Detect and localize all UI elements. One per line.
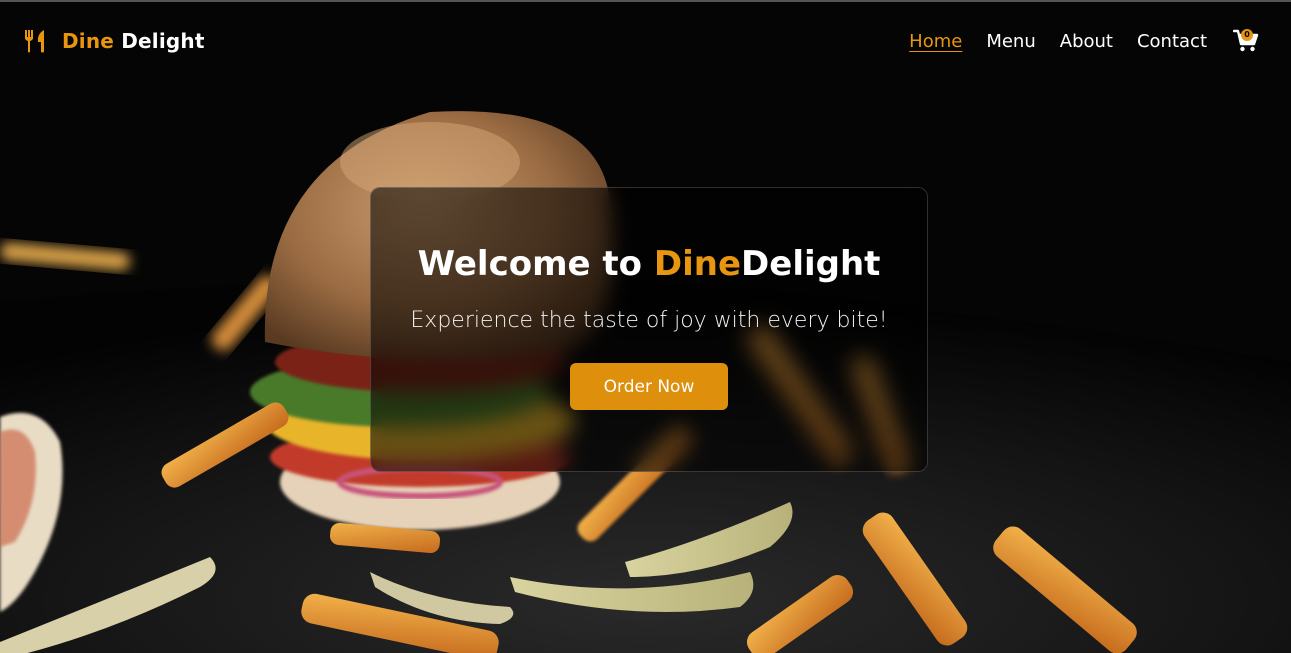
brand-name-delight: Delight	[121, 29, 205, 53]
utensils-icon	[22, 27, 50, 55]
cart-button[interactable]: 0	[1232, 28, 1259, 54]
welcome-title: Welcome to DineDelight	[371, 242, 927, 286]
welcome-card: Welcome to DineDelight Experience the ta…	[370, 187, 928, 472]
nav-link-about[interactable]: About	[1060, 31, 1113, 52]
welcome-title-prefix: Welcome to	[417, 244, 654, 284]
cart-count-badge: 0	[1241, 29, 1253, 41]
brand-name-dine: Dine	[62, 29, 115, 53]
welcome-subtitle: Experience the taste of joy with every b…	[410, 308, 888, 333]
nav-links: Home Menu About Contact	[909, 31, 1207, 52]
brand-logo-link[interactable]: Dine Delight	[22, 27, 205, 55]
landing-page: Dine Delight Home Menu About Contact 0 W…	[0, 0, 1291, 653]
brand-name: Dine Delight	[62, 29, 205, 53]
welcome-title-dine: Dine	[653, 244, 742, 284]
nav-link-home[interactable]: Home	[909, 31, 962, 52]
order-now-button[interactable]: Order Now	[570, 363, 728, 410]
nav-link-menu[interactable]: Menu	[986, 31, 1035, 52]
welcome-title-delight: Delight	[741, 244, 881, 284]
navbar: Dine Delight Home Menu About Contact 0	[0, 2, 1291, 80]
nav-link-contact[interactable]: Contact	[1137, 31, 1207, 52]
